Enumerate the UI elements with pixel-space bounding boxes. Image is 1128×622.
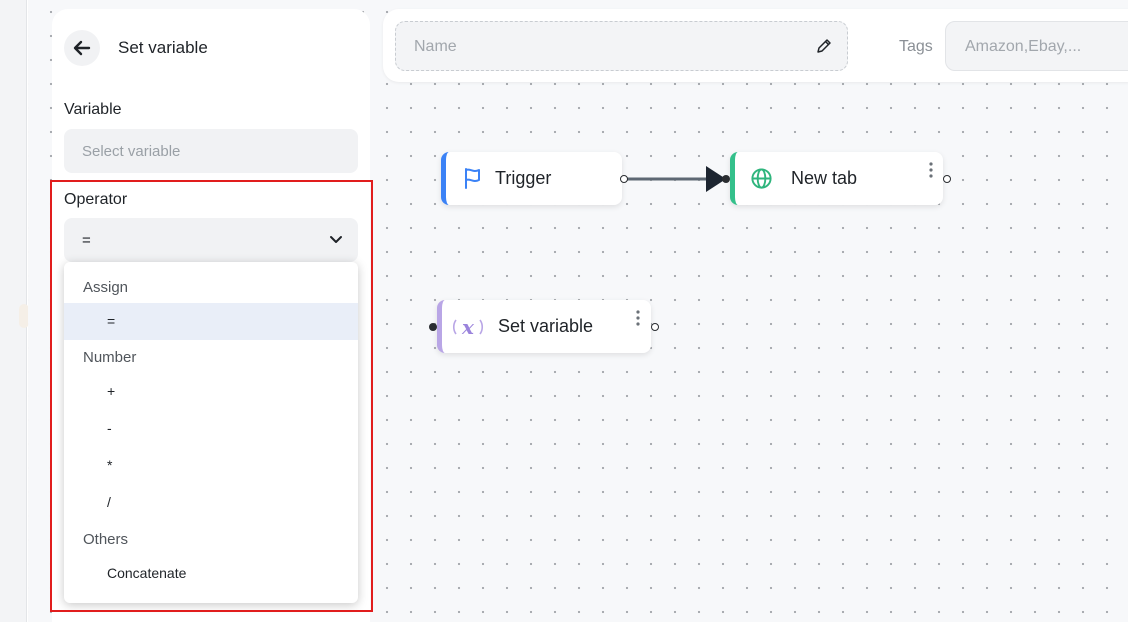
tags-input[interactable]: Amazon,Ebay,... xyxy=(945,21,1128,71)
new-tab-output-handle[interactable] xyxy=(943,175,951,183)
tags-placeholder: Amazon,Ebay,... xyxy=(965,38,1082,55)
variable-label: Variable xyxy=(64,101,122,118)
operator-dropdown: Assign = Number + - * / Others Concatena… xyxy=(64,262,358,603)
svg-text:x: x xyxy=(461,315,475,339)
trigger-output-handle[interactable] xyxy=(620,175,628,183)
arrow-left-icon xyxy=(73,40,91,56)
new-tab-input-handle[interactable] xyxy=(722,175,730,183)
new-tab-node[interactable]: New tab xyxy=(730,152,943,205)
tags-label: Tags xyxy=(899,38,933,55)
operator-option-concatenate[interactable]: Concatenate xyxy=(64,555,358,592)
variable-select[interactable]: Select variable xyxy=(64,129,358,173)
operator-option-assign[interactable]: = xyxy=(64,303,358,340)
node-label: New tab xyxy=(791,168,858,188)
back-button[interactable] xyxy=(64,30,100,66)
operator-value: = xyxy=(82,232,91,249)
variable-icon: x xyxy=(452,315,484,339)
chevron-down-icon xyxy=(330,236,342,243)
operator-select[interactable]: = xyxy=(64,218,358,262)
pencil-icon[interactable] xyxy=(815,37,833,55)
app-root: Trigger New tab x Set variable Name Tags… xyxy=(0,0,1128,622)
more-options-icon[interactable] xyxy=(928,161,934,179)
block-editor-panel: Set variable Variable Select variable Op… xyxy=(52,9,370,622)
group-label-assign: Assign xyxy=(83,279,129,296)
operator-option-add[interactable]: + xyxy=(64,373,358,410)
operator-option-subtract[interactable]: - xyxy=(64,410,358,447)
trigger-node[interactable]: Trigger xyxy=(441,152,622,205)
group-label-others: Others xyxy=(83,531,129,548)
set-variable-input-handle[interactable] xyxy=(429,323,437,331)
variable-placeholder: Select variable xyxy=(82,143,181,160)
workflow-name-input[interactable]: Name xyxy=(395,21,848,71)
operator-option-divide[interactable]: / xyxy=(64,484,358,521)
workflow-header: Name Tags Amazon,Ebay,... xyxy=(383,9,1128,82)
operator-label: Operator xyxy=(64,191,128,208)
node-label: Trigger xyxy=(495,168,552,188)
set-variable-node[interactable]: x Set variable xyxy=(437,300,651,353)
node-label: Set variable xyxy=(498,316,594,336)
left-rail xyxy=(0,0,29,622)
flag-icon xyxy=(465,168,480,189)
panel-title: Set variable xyxy=(118,38,208,57)
globe-icon xyxy=(751,168,772,189)
name-placeholder: Name xyxy=(414,38,457,55)
more-options-icon[interactable] xyxy=(635,309,641,327)
set-variable-output-handle[interactable] xyxy=(651,323,659,331)
group-label-number: Number xyxy=(83,349,137,366)
operator-option-multiply[interactable]: * xyxy=(64,447,358,484)
